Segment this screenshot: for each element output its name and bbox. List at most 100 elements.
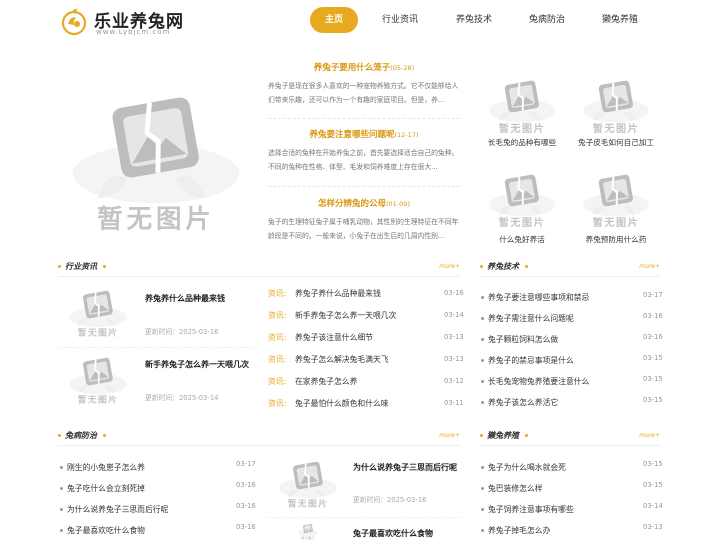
bullet-icon bbox=[481, 359, 484, 362]
article-date: 更新时间：2025-03-16 bbox=[353, 496, 427, 504]
more-link[interactable]: more+ bbox=[439, 263, 460, 270]
list-date: 03-17 bbox=[643, 291, 663, 299]
bullet-icon bbox=[525, 265, 528, 268]
bullet-icon bbox=[481, 487, 484, 490]
grid-caption[interactable]: 兔子皮毛如何自己加工 bbox=[570, 137, 662, 148]
list-item[interactable]: 兔子最怕什么颜色和什么味 bbox=[295, 398, 389, 409]
grid-image-placeholder[interactable] bbox=[570, 74, 662, 136]
list-date: 03-16 bbox=[643, 312, 663, 320]
featured-image-placeholder[interactable] bbox=[58, 78, 254, 240]
bullet-icon bbox=[58, 265, 61, 268]
list-item[interactable]: 兔子饲养注意事项有哪些 bbox=[488, 504, 574, 515]
more-link[interactable]: more+ bbox=[639, 263, 660, 270]
nav-home[interactable]: 主页 bbox=[310, 7, 358, 33]
list-date: 03-13 bbox=[444, 355, 464, 363]
article-image-placeholder[interactable] bbox=[268, 522, 348, 540]
bullet-icon bbox=[481, 466, 484, 469]
article-image-placeholder[interactable] bbox=[58, 285, 138, 339]
no-image-icon bbox=[268, 456, 348, 510]
list-tag: 资讯: bbox=[268, 377, 287, 386]
article-title[interactable]: 新手养兔子怎么养一天喂几次 bbox=[145, 358, 260, 371]
list-date: 03-16 bbox=[444, 289, 464, 297]
bullet-icon bbox=[481, 401, 484, 404]
bullet-icon bbox=[58, 434, 61, 437]
grid-image-placeholder[interactable] bbox=[476, 168, 568, 230]
no-image-icon bbox=[570, 74, 662, 136]
list-item[interactable]: 兔子为什么喝水就会死 bbox=[488, 462, 566, 473]
list-item[interactable]: 刚生的小兔崽子怎么养 bbox=[67, 462, 145, 473]
grid-caption[interactable]: 养兔预防用什么药 bbox=[570, 234, 662, 245]
list-date: 03-14 bbox=[643, 502, 663, 510]
featured-summary: 选择合适的兔种在开始养兔之前，首先要选择适合自己的兔种。不同的兔种在性格、体型、… bbox=[268, 149, 459, 171]
list-item[interactable]: 养兔子该怎么养活它 bbox=[488, 397, 558, 408]
more-link[interactable]: more+ bbox=[639, 432, 660, 439]
list-item[interactable]: 新手养兔子怎么养一天喂几次 bbox=[295, 310, 396, 321]
more-link[interactable]: more+ bbox=[439, 432, 460, 439]
no-image-icon bbox=[268, 522, 348, 540]
divider bbox=[58, 347, 258, 348]
list-item[interactable]: 养兔子的禁忌事项是什么 bbox=[488, 355, 574, 366]
nav-industry-news[interactable]: 行业资讯 bbox=[376, 7, 424, 33]
no-image-icon bbox=[476, 168, 568, 230]
list-date: 03-16 bbox=[236, 481, 256, 489]
bullet-icon bbox=[481, 529, 484, 532]
article-title[interactable]: 为什么说养兔子三思而后行呢 bbox=[353, 461, 461, 474]
bullet-icon bbox=[103, 265, 106, 268]
list-date: 03-17 bbox=[236, 460, 256, 468]
section-title: 养兔技术 bbox=[487, 262, 519, 271]
article-image-placeholder[interactable] bbox=[58, 352, 138, 406]
list-item[interactable]: 养兔子怎么解决兔毛满天飞 bbox=[295, 354, 389, 365]
list-item[interactable]: 兔子吃什么会立刻死掉 bbox=[67, 483, 145, 494]
list-item[interactable]: 兔子最喜欢吃什么食物 bbox=[67, 525, 145, 536]
bullet-icon bbox=[60, 466, 63, 469]
section-header-otter: 獭兔养殖 more+ bbox=[480, 430, 660, 442]
featured-date: (05-28) bbox=[390, 64, 415, 72]
list-item[interactable]: 长毛兔宠物兔养殖要注意什么 bbox=[488, 376, 589, 387]
grid-image-placeholder[interactable] bbox=[570, 168, 662, 230]
list-item[interactable]: 养兔子要注意哪些事项和禁忌 bbox=[488, 292, 589, 303]
list-item[interactable]: 养兔子需注意什么问题呢 bbox=[488, 313, 574, 324]
featured-title[interactable]: 怎样分辨兔的公母 bbox=[318, 199, 386, 209]
list-date: 03-16 bbox=[643, 333, 663, 341]
list-item[interactable]: 为什么说养兔子三思而后行呢 bbox=[67, 504, 168, 515]
list-item[interactable]: 兔子颗粒饲料怎么做 bbox=[488, 334, 558, 345]
grid-caption[interactable]: 长毛兔的品种有哪些 bbox=[476, 137, 568, 148]
divider bbox=[268, 118, 460, 119]
list-date: 03-15 bbox=[643, 354, 663, 362]
list-date: 03-15 bbox=[643, 460, 663, 468]
list-item[interactable]: 在家养兔子怎么养 bbox=[295, 376, 357, 387]
featured-article[interactable]: 怎样分辨兔的公母(01-09) 兔子的生理特征兔子属于哺乳动物，其性别的生理特征… bbox=[268, 198, 460, 243]
list-date: 03-15 bbox=[643, 481, 663, 489]
list-item[interactable]: 兔巴装修怎么样 bbox=[488, 483, 543, 494]
section-header-industry: 行业资讯 more+ bbox=[58, 261, 460, 273]
list-tag: 资讯: bbox=[268, 355, 287, 364]
article-title[interactable]: 兔子最喜欢吃什么食物 bbox=[353, 527, 461, 540]
list-item[interactable]: 养兔子掉毛怎么办 bbox=[488, 525, 550, 536]
list-date: 03-15 bbox=[643, 375, 663, 383]
divider bbox=[268, 186, 460, 187]
featured-article[interactable]: 养兔要注意哪些问题呢(12-17) 选择合适的兔种在开始养兔之前，首先要选择适合… bbox=[268, 129, 460, 174]
nav-rabbit-disease[interactable]: 兔病防治 bbox=[523, 7, 571, 33]
no-image-icon bbox=[58, 285, 138, 339]
section-title: 兔病防治 bbox=[65, 431, 97, 440]
featured-article[interactable]: 养兔子要用什么笼子(05-28) 养兔子是现在很多人喜欢的一种宠物养殖方式。它不… bbox=[268, 62, 460, 107]
bullet-icon bbox=[481, 380, 484, 383]
nav-rabbit-tech[interactable]: 养兔技术 bbox=[450, 7, 498, 33]
site-logo[interactable]: 乐业养兔网 www.Lybjcm.com bbox=[60, 6, 210, 38]
article-image-placeholder[interactable] bbox=[268, 456, 348, 510]
featured-summary: 养兔子是现在很多人喜欢的一种宠物养殖方式。它不仅能够给人们带来乐趣，还可以作为一… bbox=[268, 82, 459, 104]
featured-title[interactable]: 养兔子要用什么笼子 bbox=[314, 63, 391, 73]
list-item[interactable]: 养兔子该注意什么细节 bbox=[295, 332, 373, 343]
grid-caption[interactable]: 什么兔好养活 bbox=[476, 234, 568, 245]
bullet-icon bbox=[481, 296, 484, 299]
bullet-icon bbox=[525, 434, 528, 437]
article-title[interactable]: 养兔养什么品种最来钱 bbox=[145, 292, 260, 305]
featured-title[interactable]: 养兔要注意哪些问题呢 bbox=[310, 130, 395, 140]
list-item[interactable]: 养兔子养什么品种最来钱 bbox=[295, 288, 381, 299]
nav-otter-rabbit[interactable]: 獭兔养殖 bbox=[596, 7, 644, 33]
grid-image-placeholder[interactable] bbox=[476, 74, 568, 136]
section-title: 行业资讯 bbox=[65, 262, 97, 271]
site-domain: www.Lybjcm.com bbox=[96, 28, 171, 36]
list-date: 03-13 bbox=[444, 333, 464, 341]
no-image-icon bbox=[476, 74, 568, 136]
